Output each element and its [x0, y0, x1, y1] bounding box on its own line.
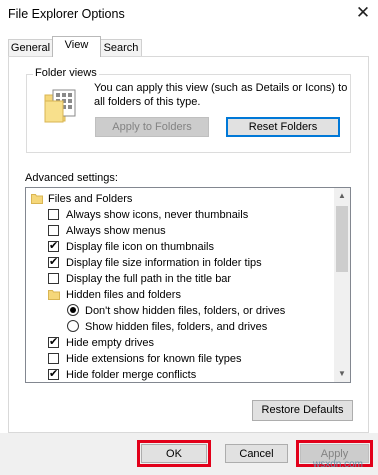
- vertical-scrollbar[interactable]: ▲ ▼: [334, 188, 350, 382]
- tab-search[interactable]: Search: [100, 39, 142, 56]
- watermark: wsxdn.com: [313, 459, 364, 470]
- apply-to-folders-button[interactable]: Apply to Folders: [95, 117, 209, 137]
- checkbox[interactable]: [48, 225, 59, 236]
- restore-defaults-button[interactable]: Restore Defaults: [252, 400, 353, 421]
- folder-views-description: You can apply this view (such as Details…: [94, 82, 348, 108]
- checkbox-checked[interactable]: ✔: [48, 240, 59, 252]
- folder-views-label: Folder views: [33, 67, 99, 79]
- title-bar: File Explorer Options ✕: [0, 0, 378, 30]
- folder-views-icon: [44, 89, 76, 123]
- scroll-down-icon[interactable]: ▼: [334, 366, 350, 382]
- checkmark-icon: ✔: [49, 240, 59, 252]
- radio-selected[interactable]: [67, 304, 79, 316]
- folder-icon: [31, 194, 43, 204]
- reset-folders-button[interactable]: Reset Folders: [226, 117, 340, 137]
- radio[interactable]: [67, 320, 79, 332]
- scrollbar-thumb[interactable]: [336, 206, 348, 272]
- window-title: File Explorer Options: [8, 7, 125, 21]
- folder-icon: [48, 290, 60, 300]
- checkmark-icon: ✔: [49, 368, 59, 380]
- ok-button[interactable]: OK: [141, 444, 207, 463]
- checkbox[interactable]: [48, 209, 59, 220]
- tab-general[interactable]: General: [8, 39, 53, 56]
- checkbox-checked[interactable]: ✔: [48, 368, 59, 380]
- scroll-up-icon[interactable]: ▲: [334, 188, 350, 204]
- advanced-settings-label: Advanced settings:: [25, 172, 118, 184]
- checkbox[interactable]: [48, 353, 59, 364]
- advanced-settings-list[interactable]: Files and Folders Always show icons, nev…: [25, 187, 351, 383]
- checkbox[interactable]: [48, 273, 59, 284]
- checkmark-icon: ✔: [49, 256, 59, 268]
- checkbox-checked[interactable]: ✔: [48, 256, 59, 268]
- tab-view[interactable]: View: [52, 36, 101, 57]
- checkbox-checked[interactable]: ✔: [48, 336, 59, 348]
- checkmark-icon: ✔: [49, 336, 59, 348]
- cancel-button[interactable]: Cancel: [225, 444, 288, 463]
- close-icon[interactable]: ✕: [352, 2, 374, 24]
